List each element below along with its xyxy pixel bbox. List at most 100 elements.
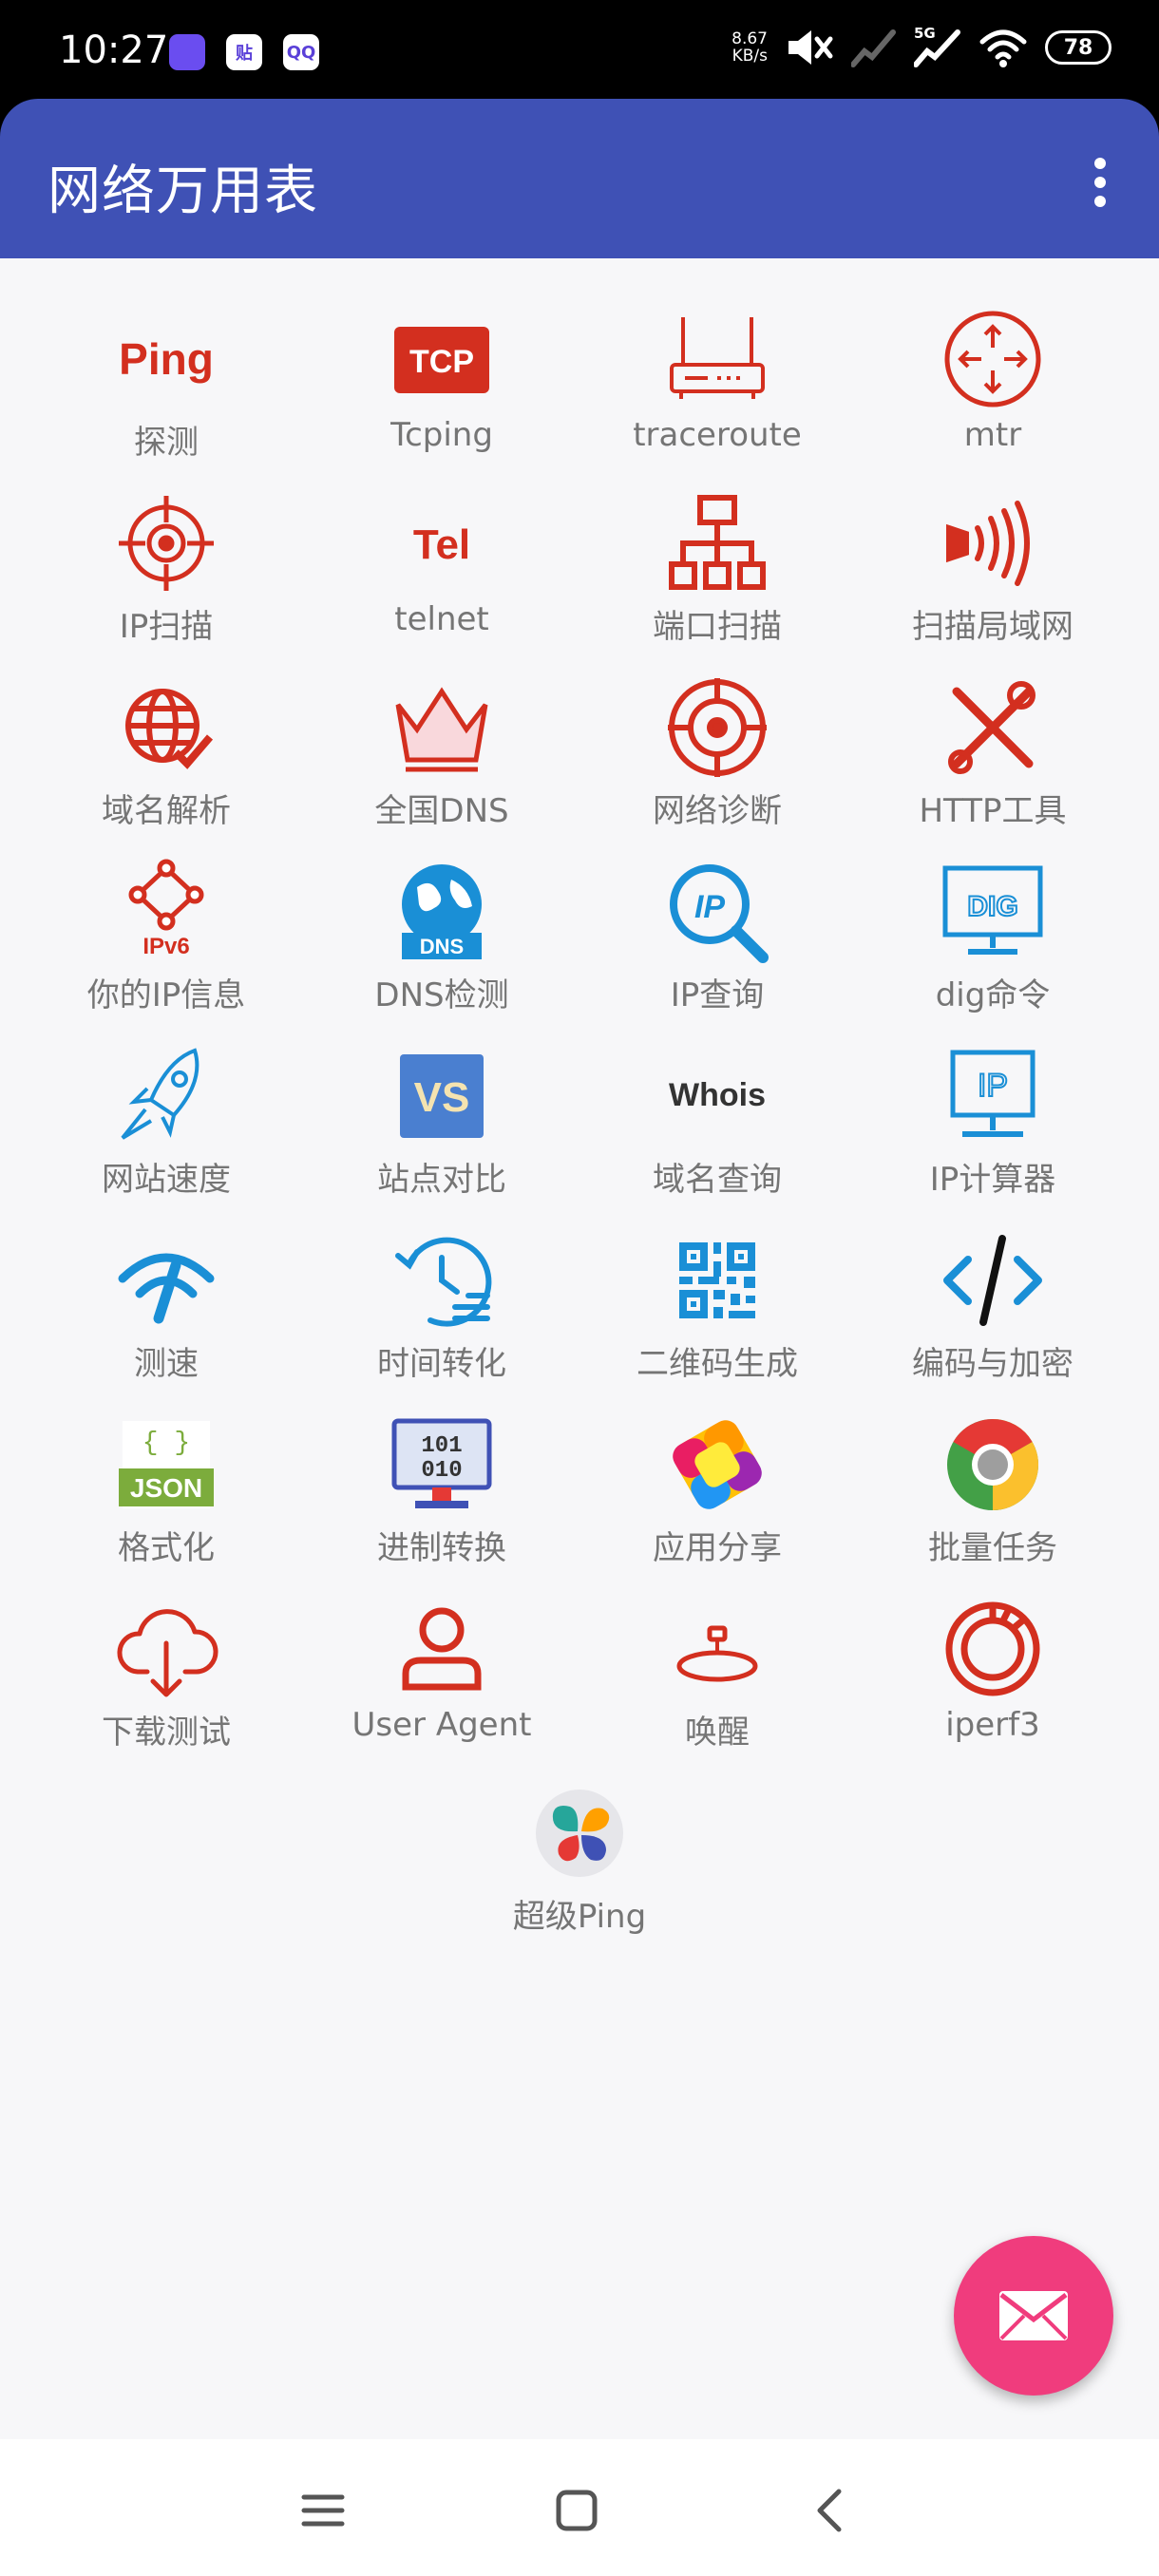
tool-dns-check[interactable]: DNS DNS检测	[304, 859, 580, 1043]
tool-label: 扫描局域网	[912, 608, 1074, 646]
tool-http[interactable]: HTTP工具	[855, 674, 1130, 859]
svg-text:IP: IP	[694, 889, 725, 925]
ipv6-icon: IPv6	[113, 859, 219, 965]
tools-icon	[940, 674, 1046, 781]
tool-user-agent[interactable]: User Agent	[304, 1596, 580, 1780]
more-vert-icon[interactable]	[1089, 158, 1112, 207]
tool-ip-calculator[interactable]: IP IP计算器	[855, 1043, 1130, 1227]
tool-app-share[interactable]: 应用分享	[580, 1411, 855, 1596]
wifi-icon	[979, 29, 1027, 67]
system-nav-bar	[0, 2439, 1159, 2576]
tool-speed-test[interactable]: 测速	[28, 1227, 304, 1411]
iperf-icon	[940, 1596, 1046, 1702]
svg-text:DNS: DNS	[420, 935, 464, 958]
svg-text:010: 010	[421, 1458, 462, 1484]
tool-label: 全国DNS	[374, 792, 509, 830]
svg-text:JSON: JSON	[130, 1473, 202, 1503]
status-bar: 10:27 贴 QQ 8.67 KB/s 5G 78	[0, 0, 1159, 99]
tool-site-compare[interactable]: VS 站点对比	[304, 1043, 580, 1227]
nav-menu-button[interactable]	[290, 2477, 356, 2544]
network-speed-unit: KB/s	[732, 47, 768, 66]
tool-label: 网络诊断	[653, 792, 782, 830]
tool-label: 唤醒	[685, 1714, 750, 1752]
network-tree-icon	[664, 490, 770, 597]
tool-ping[interactable]: Ping 探测	[28, 306, 304, 490]
app-bar: 网络万用表	[0, 99, 1159, 258]
super-ping-icon	[526, 1780, 633, 1886]
svg-text:DIG: DIG	[967, 891, 1017, 922]
status-right: 8.67 KB/s 5G 78	[732, 25, 1112, 68]
tool-port-scan[interactable]: 端口扫描	[580, 490, 855, 674]
cloud-download-icon	[113, 1596, 219, 1702]
share-app-icon	[664, 1411, 770, 1518]
tool-ip-query[interactable]: IP IP查询	[580, 859, 855, 1043]
status-app-icons: 贴 QQ	[169, 34, 319, 70]
signal-waves-icon	[940, 490, 1046, 597]
tool-mtr[interactable]: mtr	[855, 306, 1130, 490]
tool-traceroute[interactable]: traceroute	[580, 306, 855, 490]
tool-network-diagnosis[interactable]: 网络诊断	[580, 674, 855, 859]
tool-label: DNS检测	[374, 976, 509, 1014]
svg-text:Tel: Tel	[413, 521, 470, 568]
back-icon	[817, 2489, 842, 2532]
tool-time-convert[interactable]: 时间转化	[304, 1227, 580, 1411]
code-icon	[940, 1227, 1046, 1334]
svg-text:TCP: TCP	[409, 344, 474, 380]
tool-label: 域名查询	[653, 1161, 782, 1199]
tool-label: dig命令	[935, 976, 1051, 1014]
tool-domain-resolve[interactable]: 域名解析	[28, 674, 304, 859]
tool-dig[interactable]: DIG dig命令	[855, 859, 1130, 1043]
ip-search-icon: IP	[664, 859, 770, 965]
tool-label: HTTP工具	[919, 792, 1067, 830]
binary-monitor-icon: 101 010	[389, 1411, 495, 1518]
ip-monitor-icon: IP	[940, 1043, 1046, 1149]
tool-base-convert[interactable]: 101 010 进制转换	[304, 1411, 580, 1596]
crown-icon	[389, 674, 495, 781]
tools-grid: Ping 探测 TCP Tcping traceroute mtr IP扫描 T…	[28, 306, 1130, 1780]
tool-wake[interactable]: 唤醒	[580, 1596, 855, 1780]
network-speed: 8.67 KB/s	[732, 30, 768, 65]
telnet-icon: Tel	[389, 490, 495, 597]
tool-download-test[interactable]: 下载测试	[28, 1596, 304, 1780]
tool-encode-encrypt[interactable]: 编码与加密	[855, 1227, 1130, 1411]
tcp-icon: TCP	[389, 306, 495, 412]
tool-tcping[interactable]: TCP Tcping	[304, 306, 580, 490]
tool-your-ip[interactable]: IPv6 你的IP信息	[28, 859, 304, 1043]
tool-label: IP查询	[670, 976, 765, 1014]
tool-iperf3[interactable]: iperf3	[855, 1596, 1130, 1780]
signal-5g-icon: 5G	[914, 25, 961, 68]
tool-batch-task[interactable]: 批量任务	[855, 1411, 1130, 1596]
tool-whois[interactable]: Whois 域名查询	[580, 1043, 855, 1227]
battery-icon: 78	[1045, 30, 1112, 65]
tool-national-dns[interactable]: 全国DNS	[304, 674, 580, 859]
target-icon	[664, 674, 770, 781]
tool-super-ping[interactable]: 超级Ping	[442, 1780, 717, 1937]
notification-app-icon	[169, 34, 205, 70]
tool-label: Tcping	[390, 416, 493, 454]
tool-telnet[interactable]: Tel telnet	[304, 490, 580, 674]
svg-text:101: 101	[421, 1433, 462, 1459]
tool-label: telnet	[394, 600, 489, 638]
tool-label: 站点对比	[377, 1161, 506, 1199]
mail-fab-button[interactable]	[954, 2236, 1113, 2396]
vs-icon: VS	[389, 1043, 495, 1149]
tool-format[interactable]: { } JSON 格式化	[28, 1411, 304, 1596]
tool-label: IP计算器	[929, 1161, 1056, 1199]
svg-text:{ }: { }	[142, 1429, 190, 1458]
svg-text:IPv6: IPv6	[142, 934, 189, 959]
tool-label: 批量任务	[928, 1529, 1057, 1567]
tool-label: iperf3	[945, 1706, 1040, 1744]
tool-lan-scan[interactable]: 扫描局域网	[855, 490, 1130, 674]
tool-qr-generate[interactable]: 二维码生成	[580, 1227, 855, 1411]
svg-text:Whois: Whois	[669, 1077, 766, 1113]
qr-code-icon	[664, 1227, 770, 1334]
tool-site-speed[interactable]: 网站速度	[28, 1043, 304, 1227]
svg-text:VS: VS	[414, 1074, 470, 1121]
app-title: 网络万用表	[48, 161, 318, 222]
tool-label: 探测	[134, 424, 199, 462]
tool-ip-scan[interactable]: IP扫描	[28, 490, 304, 674]
nav-back-button[interactable]	[796, 2477, 863, 2544]
nav-home-button[interactable]	[543, 2477, 610, 2544]
menu-icon	[301, 2494, 345, 2527]
tool-label: 测速	[134, 1345, 199, 1383]
